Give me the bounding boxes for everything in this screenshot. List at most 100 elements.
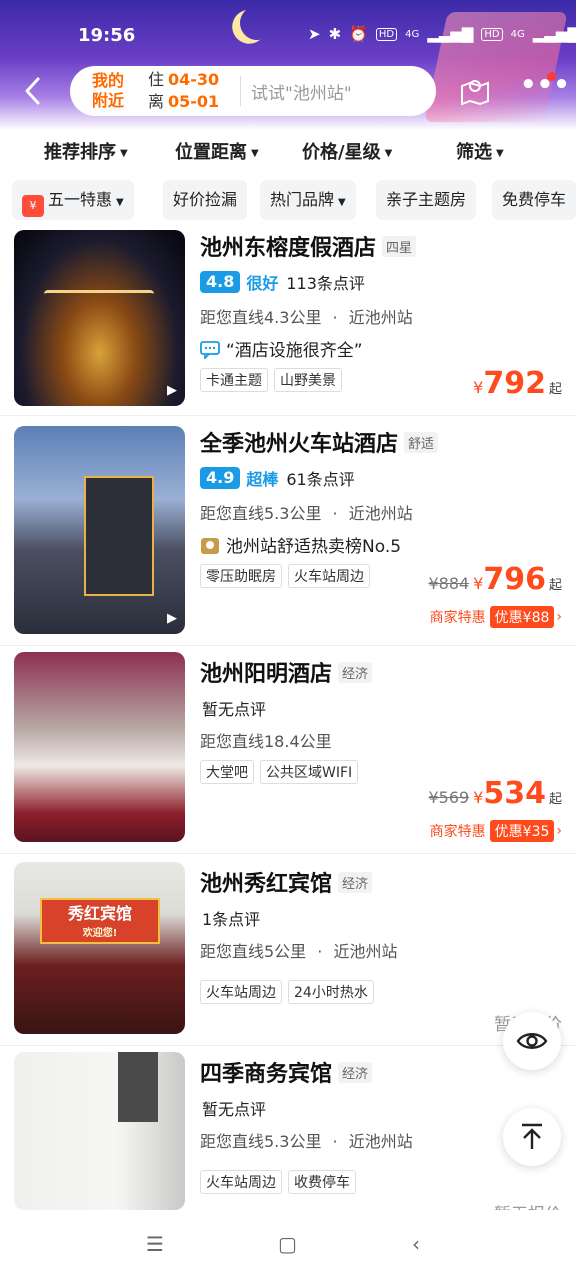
browse-history-button[interactable] <box>503 1012 561 1070</box>
caret-down-icon: ▼ <box>496 147 504 159</box>
hd-badge-2: HD <box>481 27 503 41</box>
arrow-up-icon <box>522 1123 542 1149</box>
ranking-badge-icon <box>201 538 219 554</box>
tag: 火车站周边 <box>288 564 370 588</box>
price-info: ¥569 ¥534 起 <box>428 776 562 811</box>
alarm-icon: ⏰ <box>349 25 368 43</box>
back-to-top-button[interactable] <box>503 1108 561 1166</box>
status-time: 19:56 <box>78 25 136 46</box>
price: 534 <box>483 776 546 811</box>
hotel-card[interactable]: 秀红宾馆 欢迎您! 池州秀红宾馆 经济 1条点评 距您直线5公里 · 近池州站 火车… <box>0 860 576 1046</box>
review-count[interactable]: 1条点评 <box>202 906 260 930</box>
chevron-right-icon: › <box>556 823 562 839</box>
home-icon[interactable]: ▢ <box>278 1232 297 1256</box>
ranking-highlight[interactable]: 池州站舒适热卖榜No.5 <box>200 532 401 557</box>
discount-badge: 优惠¥88 <box>489 606 555 628</box>
back-arrow-icon <box>25 77 40 105</box>
distance-info: 距您直线5.3公里 · 近池州站 <box>200 504 413 523</box>
tag: 大堂吧 <box>200 760 254 784</box>
more-button[interactable]: ••• <box>520 72 570 108</box>
hotel-photo[interactable]: ▶ <box>14 426 185 634</box>
chip-hot-brands[interactable]: 热门品牌 ▼ <box>260 180 356 220</box>
review-status: 暂无点评 <box>202 1100 267 1119</box>
map-pin-icon <box>461 80 489 106</box>
hotel-photo[interactable]: 秀红宾馆 欢迎您! <box>14 862 185 1034</box>
price: 792 <box>483 366 546 401</box>
hotel-tags: 卡通主题 山野美景 <box>200 368 342 392</box>
gift-icon: ¥ <box>22 195 44 217</box>
back-button[interactable] <box>22 76 48 106</box>
hotel-name: 池州阳明酒店 经济 <box>200 656 373 688</box>
back-nav-icon[interactable]: ‹ <box>412 1232 420 1256</box>
map-button[interactable] <box>458 74 492 108</box>
tab-price-star[interactable]: 价格/星级 ▼ <box>302 138 392 164</box>
date-selector[interactable]: 住 04-30 离 05-01 <box>148 69 234 113</box>
hotel-photo[interactable] <box>14 1052 185 1210</box>
hotel-tags: 火车站周边 24小时热水 <box>200 980 374 1004</box>
distance-info: 距您直线18.4公里 <box>200 732 332 751</box>
discount-badge: 优惠¥35 <box>489 820 555 842</box>
eye-icon <box>516 1033 548 1049</box>
hotel-signboard: 秀红宾馆 欢迎您! <box>40 898 160 944</box>
price: 796 <box>483 562 546 597</box>
hotel-card[interactable]: 池州阳明酒店 经济 暂无点评 距您直线18.4公里 大堂吧 公共区域WIFI ¥5… <box>0 652 576 854</box>
caret-down-icon: ▼ <box>120 147 128 159</box>
price-info: ¥884 ¥796 起 <box>428 562 562 597</box>
promo-info[interactable]: 商家特惠 优惠¥35 › <box>430 820 562 842</box>
chip-free-parking[interactable]: 免费停车 <box>492 180 576 220</box>
caret-down-icon: ▼ <box>251 147 259 159</box>
chip-family-room[interactable]: 亲子主题房 <box>376 180 477 220</box>
review-count[interactable]: 113条点评 <box>286 270 365 294</box>
hotel-photo[interactable]: ▶ <box>14 230 185 406</box>
play-icon: ▶ <box>167 383 177 398</box>
tag: 卡通主题 <box>200 368 268 392</box>
hotel-tags: 零压助眠房 火车站周边 <box>200 564 370 588</box>
score-badge: 4.9 <box>200 467 241 489</box>
building-outline <box>44 290 154 350</box>
grade-label: 超棒 <box>246 470 279 489</box>
more-dots-icon: ••• <box>520 70 570 100</box>
tag: 火车站周边 <box>200 1170 282 1194</box>
signal-icon: ▂▃▅▇ <box>427 25 474 43</box>
chip-may-day-deal[interactable]: ¥ 五一特惠 ▼ <box>12 180 134 220</box>
network-label: 4G <box>405 28 420 40</box>
hotel-card[interactable]: ▶ 池州东榕度假酒店 四星 4.8 很好 113条点评 距您直线4.3公里 · 近… <box>0 226 576 416</box>
menu-icon[interactable]: ☰ <box>146 1232 164 1256</box>
price-info: ¥792 起 <box>473 366 562 401</box>
search-bar[interactable]: 我的 附近 住 04-30 离 05-01 试试"池州站" <box>70 66 436 116</box>
status-icons: ➤ ✱ ⏰ HD 4G ▂▃▅▇ HD 4G ▂▃▅▇ 35 <box>308 25 576 43</box>
hotel-card[interactable]: ▶ 全季池州火车站酒店 舒适 4.9 超棒 61条点评 距您直线5.3公里 · 近… <box>0 422 576 646</box>
header-banner: 19:56 ➤ ✱ ⏰ HD 4G ▂▃▅▇ HD 4G ▂▃▅▇ 35 我的 … <box>0 0 576 130</box>
rating-row: 4.9 超棒 61条点评 <box>200 466 355 490</box>
distance-info: 距您直线5.3公里 · 近池州站 <box>200 1132 413 1151</box>
search-input[interactable]: 试试"池州站" <box>251 79 352 104</box>
review-highlight: “酒店设施很齐全” <box>200 336 363 361</box>
play-icon: ▶ <box>167 611 177 626</box>
hotel-photo[interactable] <box>14 652 185 842</box>
comment-icon <box>200 341 220 359</box>
hotel-name: 全季池州火车站酒店 舒适 <box>200 426 439 458</box>
distance-info: 距您直线5公里 · 近池州站 <box>200 942 398 961</box>
review-status: 暂无点评 <box>202 700 267 719</box>
location-selector[interactable]: 我的 附近 <box>92 71 148 111</box>
promo-info[interactable]: 商家特惠 优惠¥88 › <box>430 606 562 628</box>
location-arrow-icon: ➤ <box>308 25 321 43</box>
review-count[interactable]: 61条点评 <box>286 466 354 490</box>
hotel-card[interactable]: 四季商务宾馆 经济 暂无点评 距您直线5.3公里 · 近池州站 火车站周边 收费停… <box>0 1050 576 1225</box>
hotel-name: 四季商务宾馆 经济 <box>200 1056 373 1088</box>
original-price: ¥884 <box>428 574 470 593</box>
tab-distance[interactable]: 位置距离 ▼ <box>175 138 259 164</box>
tab-recommended-sort[interactable]: 推荐排序 ▼ <box>44 138 128 164</box>
original-price: ¥569 <box>428 788 470 807</box>
divider <box>240 76 241 106</box>
hotel-tags: 大堂吧 公共区域WIFI <box>200 760 359 784</box>
tag: 收费停车 <box>288 1170 356 1194</box>
sort-bar: 推荐排序 ▼ 位置距离 ▼ 价格/星级 ▼ 筛选 ▼ <box>0 130 576 174</box>
tab-filter[interactable]: 筛选 ▼ <box>456 138 504 164</box>
hotel-tier-badge: 经济 <box>338 1062 373 1083</box>
chip-good-price[interactable]: 好价捡漏 <box>163 180 248 220</box>
hotel-tier-badge: 经济 <box>338 872 373 893</box>
caret-down-icon: ▼ <box>116 197 124 208</box>
score-badge: 4.8 <box>200 271 241 293</box>
hotel-name: 池州东榕度假酒店 四星 <box>200 230 417 262</box>
